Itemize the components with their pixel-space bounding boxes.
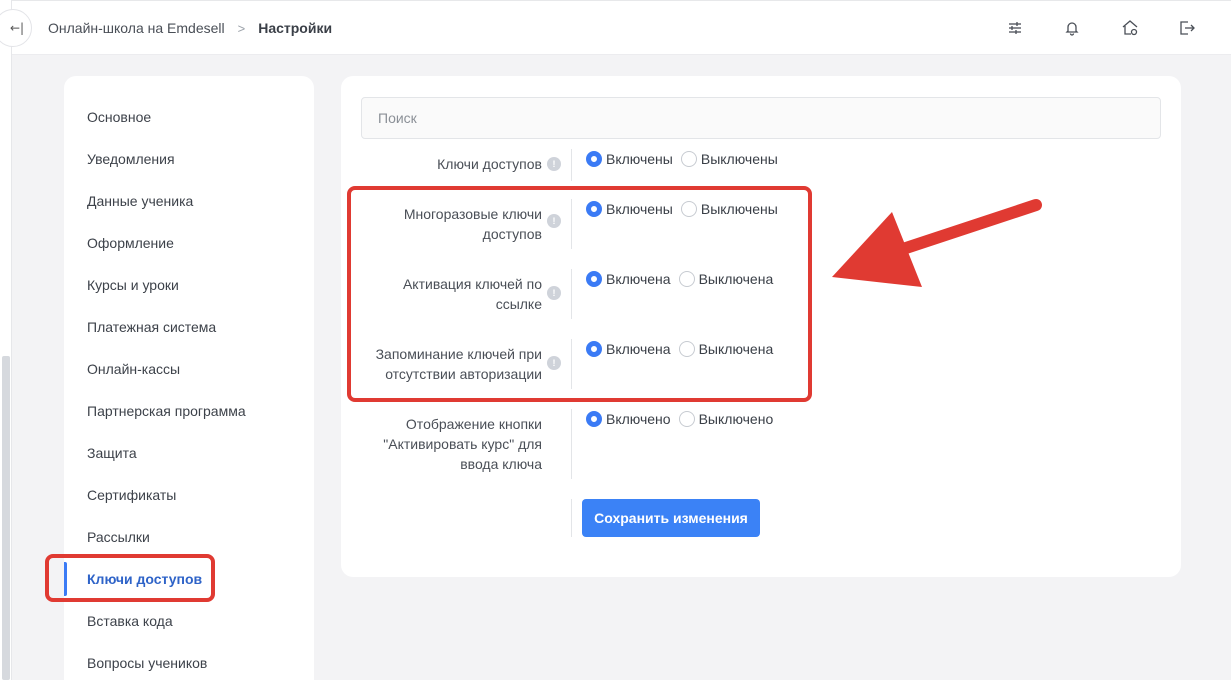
radio-enabled[interactable]: Включена [586,271,671,287]
divider [571,339,572,389]
save-changes-button[interactable]: Сохранить изменения [582,499,760,537]
divider [571,499,572,537]
menu-item-certificates[interactable]: Сертификаты [64,474,314,516]
menu-item-mailings[interactable]: Рассылки [64,516,314,558]
divider [571,199,572,249]
setting-label: Многоразовые ключи доступов [403,206,542,242]
left-rail [0,0,12,680]
menu-item-student-data[interactable]: Данные ученика [64,180,314,222]
info-icon[interactable]: ! [547,286,561,300]
bell-icon[interactable] [1062,18,1082,38]
divider [571,149,572,181]
top-header: Онлайн-школа на Emdesell > Настройки [12,0,1231,55]
radio-enabled[interactable]: Включены [586,151,673,167]
setting-row-link-activation: Активация ключей по ссылке ! Включена Вы… [341,269,1181,319]
search-input[interactable] [361,97,1161,139]
menu-item-main[interactable]: Основное [64,96,314,138]
breadcrumb: Онлайн-школа на Emdesell > Настройки [48,20,332,36]
setting-label: Ключи доступов [437,156,542,172]
menu-item-cash-registers[interactable]: Онлайн-кассы [64,348,314,390]
radio-disabled[interactable]: Выключено [678,411,773,427]
radio-dot-checked [586,411,602,427]
sliders-icon[interactable] [1005,18,1025,38]
setting-row-remember-keys: Запоминание ключей при отсутствии автори… [341,339,1181,389]
setting-label: Запоминание ключей при отсутствии автори… [375,346,542,382]
radio-group: Включены Выключены [586,201,786,217]
settings-menu: Основное Уведомления Данные ученика Офор… [64,76,314,680]
radio-disabled[interactable]: Выключены [680,201,778,217]
radio-dot-checked [586,201,602,217]
menu-item-notifications[interactable]: Уведомления [64,138,314,180]
menu-item-code-insert[interactable]: Вставка кода [64,600,314,642]
radio-enabled[interactable]: Включены [586,201,673,217]
radio-enabled[interactable]: Включено [586,411,671,427]
logout-icon[interactable] [1177,18,1197,38]
menu-item-student-questions[interactable]: Вопросы учеников [64,642,314,680]
menu-item-payment[interactable]: Платежная система [64,306,314,348]
radio-dot-checked [586,151,602,167]
radio-dot-unchecked [678,271,695,287]
radio-disabled[interactable]: Выключена [678,271,773,287]
radio-dot-checked [586,271,602,287]
radio-disabled[interactable]: Выключены [680,151,778,167]
radio-group: Включена Выключена [586,341,781,357]
divider [571,409,572,479]
breadcrumb-separator: > [237,20,246,36]
divider [571,269,572,319]
radio-dot-unchecked [680,151,697,167]
info-icon[interactable]: ! [547,356,561,370]
menu-item-design[interactable]: Оформление [64,222,314,264]
radio-group: Включены Выключены [586,151,786,167]
radio-enabled[interactable]: Включена [586,341,671,357]
scrollbar[interactable] [2,356,10,680]
home-settings-icon[interactable] [1120,18,1140,38]
menu-item-access-keys[interactable]: Ключи доступов [64,558,314,600]
info-icon[interactable]: ! [547,214,561,228]
access-keys-settings-card: Ключи доступов ! Включены Выключены Мног… [341,76,1181,577]
breadcrumb-current: Настройки [258,20,333,36]
collapse-left-icon: ←| [9,21,25,35]
info-icon[interactable]: ! [547,157,561,171]
radio-dot-unchecked [678,341,695,357]
radio-group: Включена Выключена [586,271,781,287]
radio-dot-checked [586,341,602,357]
menu-item-protection[interactable]: Защита [64,432,314,474]
radio-dot-unchecked [678,411,695,427]
setting-row-access-keys: Ключи доступов ! Включены Выключены [341,149,1181,181]
setting-label: Активация ключей по ссылке [402,276,542,312]
menu-item-affiliate[interactable]: Партнерская программа [64,390,314,432]
radio-disabled[interactable]: Выключена [678,341,773,357]
setting-label: Отображение кнопки "Активировать курс" д… [383,416,542,472]
breadcrumb-home-link[interactable]: Онлайн-школа на Emdesell [48,20,225,36]
menu-item-courses[interactable]: Курсы и уроки [64,264,314,306]
setting-row-reusable-keys: Многоразовые ключи доступов ! Включены В… [341,199,1181,249]
radio-dot-unchecked [680,201,697,217]
setting-row-activate-course-button: Отображение кнопки "Активировать курс" д… [341,409,1181,479]
radio-group: Включено Выключено [586,411,781,427]
